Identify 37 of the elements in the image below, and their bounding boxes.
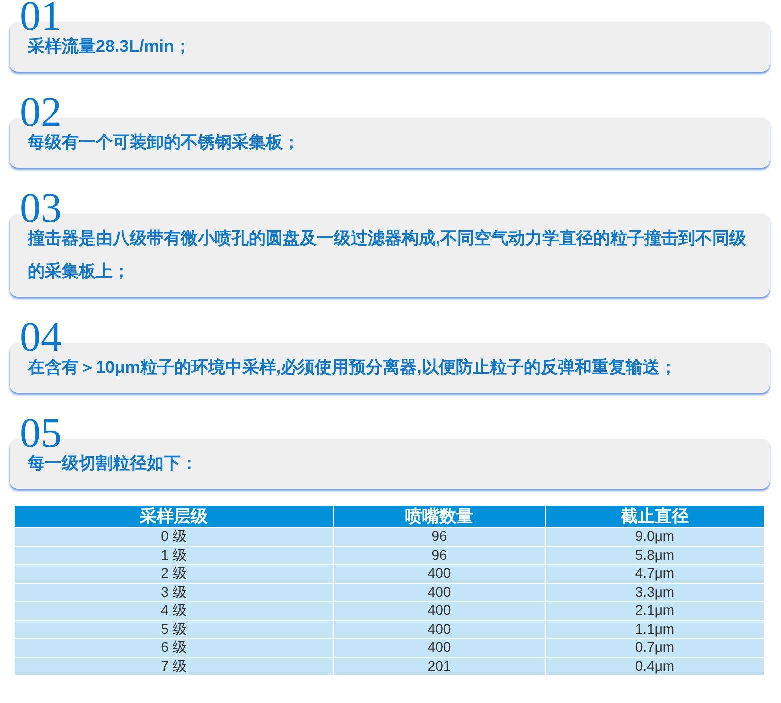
table-cell: 400 (334, 564, 546, 583)
step-number: 01 (20, 0, 62, 34)
table-cell: 3 级 (14, 583, 334, 602)
table-cell: 1.1μm (546, 620, 764, 638)
step-text: 每级有一个可装卸的不锈钢采集板； (28, 132, 301, 154)
table-cell: 0.4μm (546, 657, 764, 676)
column-header: 采样层级 (14, 506, 334, 528)
table-cell: 3.3μm (546, 583, 764, 602)
table-cell: 201 (334, 657, 546, 676)
table-cell: 2 级 (14, 564, 334, 583)
table-cell: 400 (334, 583, 546, 602)
step-text: 在含有＞10μm粒子的环境中采样,必须使用预分离器,以便防止粒子的反弹和重复输送； (28, 357, 678, 379)
step-number: 04 (20, 321, 62, 355)
step-number: 05 (20, 417, 62, 451)
table-cell: 96 (334, 528, 546, 546)
column-header: 截止直径 (546, 506, 764, 528)
table-cell: 5.8μm (546, 546, 764, 564)
table-cell: 400 (334, 602, 546, 620)
table-cell: 1 级 (14, 546, 334, 564)
step-number: 03 (20, 192, 62, 226)
step-number: 02 (20, 96, 62, 130)
table-cell: 9.0μm (546, 528, 764, 546)
table-cell: 5 级 (14, 620, 334, 638)
table-cell: 400 (334, 620, 546, 638)
table-cell: 0.7μm (546, 638, 764, 657)
step-text: 撞击器是由八级带有微小喷孔的圆盘及一级过滤器构成,不同空气动力学直径的粒子撞击到不同级的采集板上； (28, 228, 748, 283)
table-cell: 7 级 (14, 657, 334, 676)
table-cell: 2.1μm (546, 602, 764, 620)
step-text: 每一级切割粒径如下： (28, 453, 199, 475)
step-text: 采样流量28.3L/min； (28, 36, 192, 58)
table-cell: 4 级 (14, 602, 334, 620)
table-cell: 6 级 (14, 638, 334, 657)
table-cell: 96 (334, 546, 546, 564)
table-cell: 4.7μm (546, 564, 764, 583)
table-cell: 0 级 (14, 528, 334, 546)
column-header: 喷嘴数量 (334, 506, 546, 528)
table-cell: 400 (334, 638, 546, 657)
